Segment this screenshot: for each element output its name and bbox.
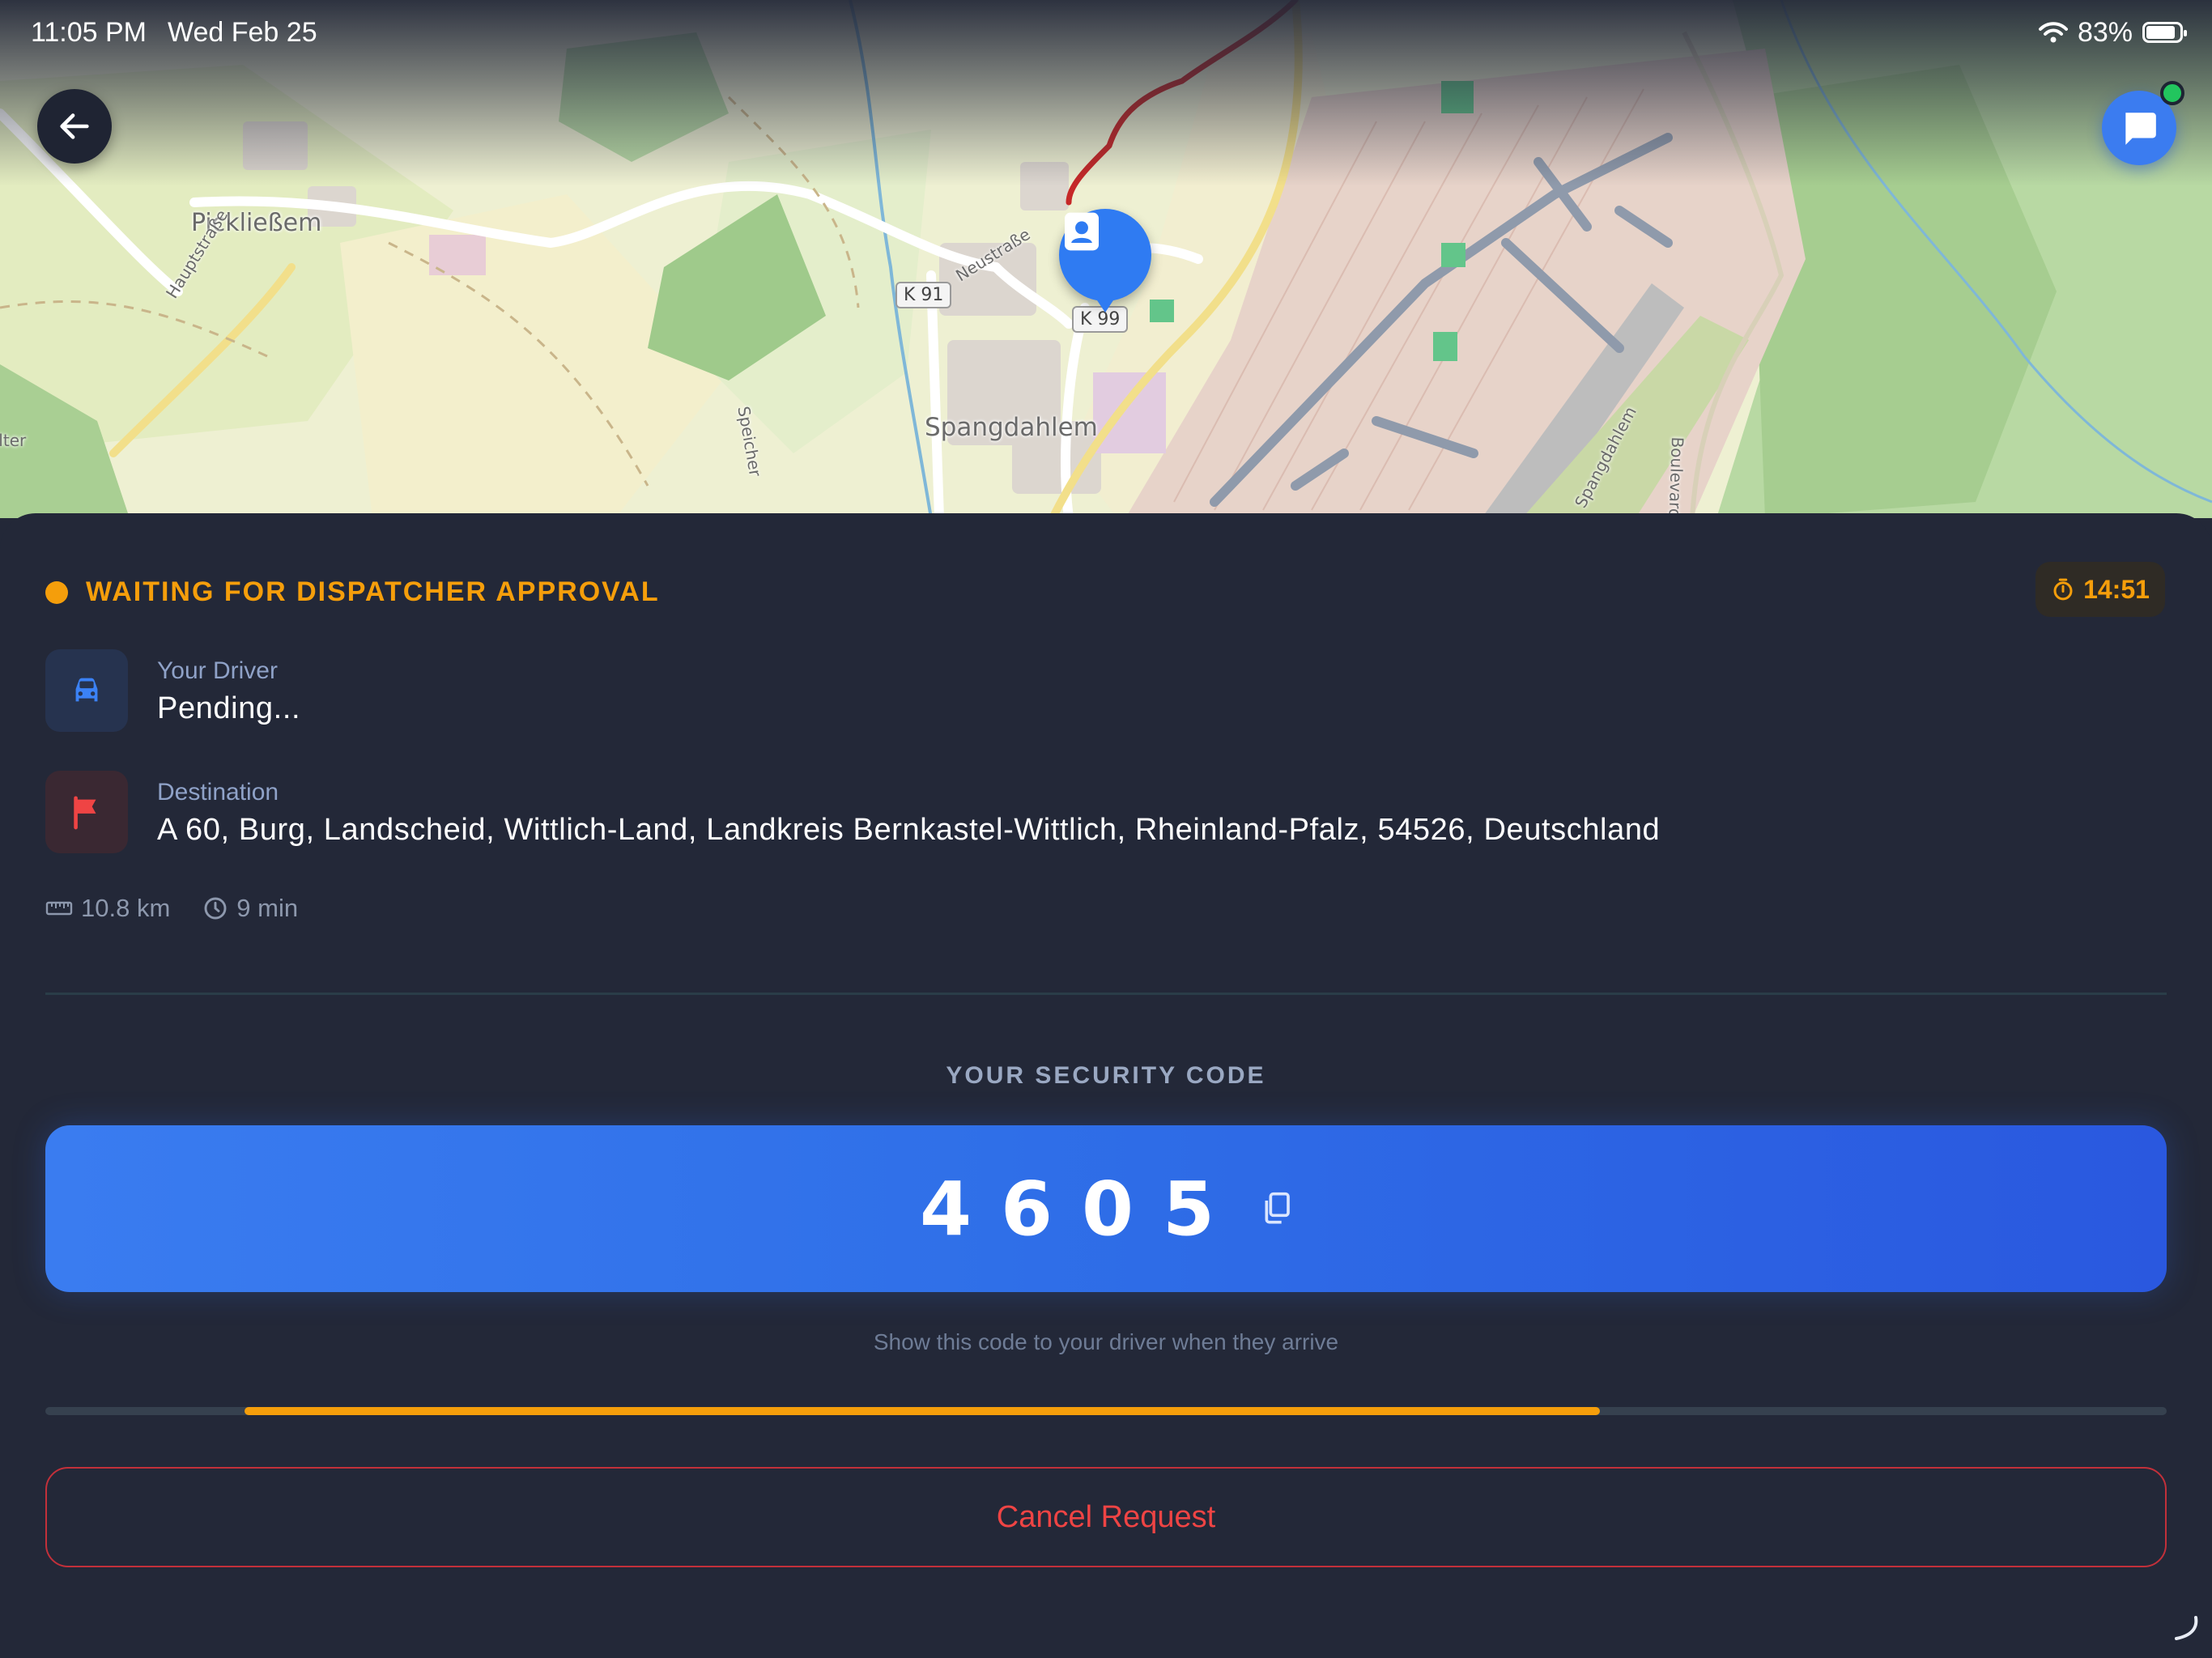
loading-spinner-icon [2175,1616,2198,1640]
stopwatch-icon [2053,578,2073,601]
flag-icon [74,796,96,830]
wifi-icon [2038,22,2068,43]
status-dot [45,580,68,604]
chat-icon [2125,113,2156,145]
driver-value: Pending... [157,691,301,725]
countdown-timer: 14:51 [2035,562,2165,617]
ride-status: WAITING FOR DISPATCHER APPROVAL [45,576,660,608]
user-pin-icon [1065,212,1099,251]
status-text: WAITING FOR DISPATCHER APPROVAL [86,576,660,607]
status-indicators: 83% [2038,16,2187,49]
car-icon [75,678,98,702]
map-label-town: Spangdahlem [925,413,1098,442]
duration-item: 9 min [202,894,298,923]
approval-progress [45,1407,2167,1415]
copy-button[interactable] [1260,1191,1292,1226]
driver-icon-box [45,649,128,732]
destination-icon-box [45,771,128,853]
online-indicator [2160,81,2184,105]
security-code-box[interactable]: 4605 [45,1125,2167,1292]
security-code-hint: Show this code to your driver when they … [873,1329,1339,1354]
distance-item: 10.8 km [45,894,170,923]
back-button[interactable] [37,89,112,164]
driver-label: Your Driver [157,657,278,684]
clock-icon [204,897,227,920]
distance-value: 10.8 km [81,894,171,922]
status-date: Wed Feb 25 [168,16,317,48]
section-divider [45,993,2167,995]
battery-percent: 83% [2077,16,2133,48]
driver-row: Your Driver Pending... [45,649,300,732]
destination-row: Destination A 60, Burg, Landscheid, Witt… [45,771,1660,853]
duration-value: 9 min [236,894,299,922]
destination-text: Destination A 60, Burg, Landscheid, Witt… [157,771,1660,853]
map-view[interactable]: Pickließem Spangdahlem Hauptstraße Neust… [0,0,2212,518]
cancel-request-button[interactable]: Cancel Request [45,1467,2167,1567]
timer-value: 14:51 [2083,574,2150,604]
destination-label: Destination [157,779,279,806]
security-code: 4605 [919,1165,1244,1252]
trip-meta: 10.8 km 9 min [45,894,330,923]
copy-icon [1265,1192,1290,1224]
ruler-icon [45,901,73,916]
user-location-pin[interactable] [1059,209,1151,312]
progress-fill [245,1407,1601,1415]
destination-value: A 60, Burg, Landscheid, Wittlich-Land, L… [157,813,1661,847]
status-bar: 11:05 PM Wed Feb 25 83% [31,15,2187,50]
map-label-road: elter [0,431,27,450]
security-code-label: YOUR SECURITY CODE [946,1062,1266,1089]
map-label-road: Boulevard [1665,436,1687,518]
battery-icon [2142,22,2187,43]
driver-text: Your Driver Pending... [157,649,300,732]
back-arrow-icon [60,113,89,139]
status-time: 11:05 PM [31,16,147,48]
road-shield: K 91 [895,282,952,308]
